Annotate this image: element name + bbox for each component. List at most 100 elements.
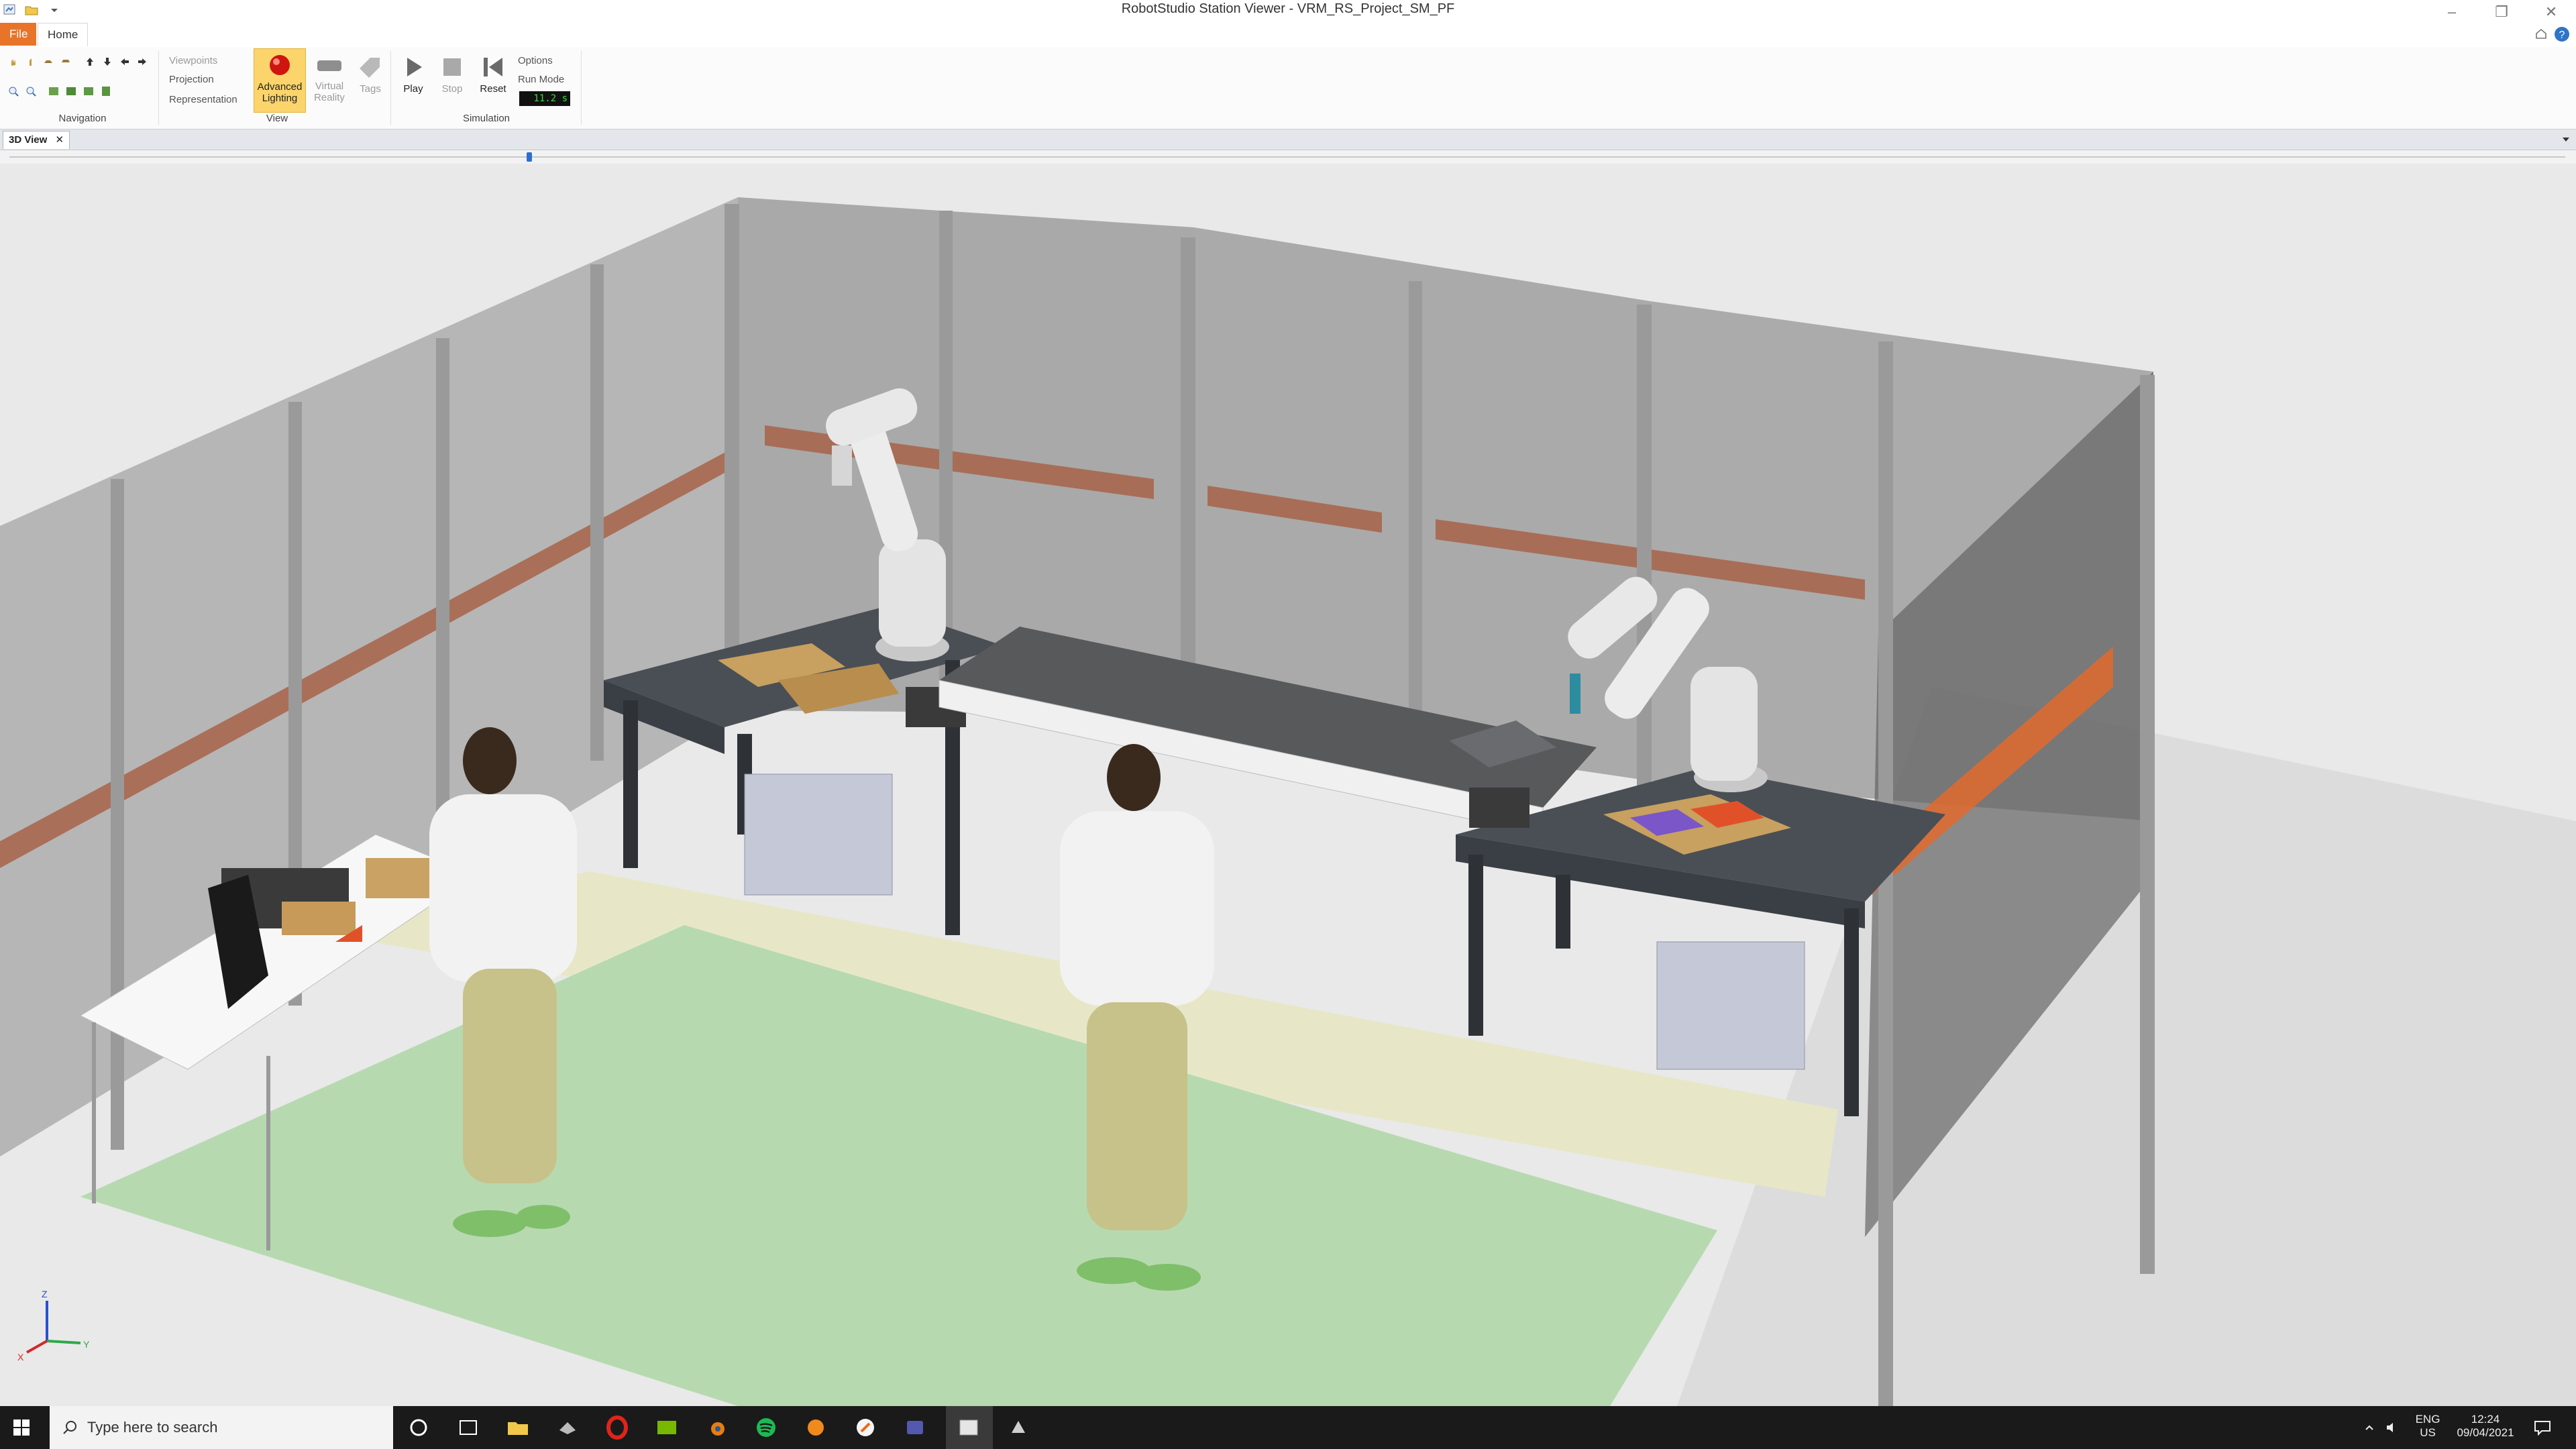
play-icon bbox=[407, 58, 422, 76]
options-dropdown[interactable]: Options bbox=[518, 55, 553, 66]
minimize-button[interactable]: – bbox=[2428, 0, 2475, 24]
restore-button[interactable]: ❐ bbox=[2478, 0, 2525, 24]
stop-button[interactable]: Stop bbox=[433, 50, 471, 103]
show-hidden-icons-icon[interactable] bbox=[2364, 1422, 2375, 1433]
blender-icon[interactable] bbox=[703, 1414, 730, 1441]
axis-y-label: Y bbox=[83, 1339, 90, 1350]
file-explorer-icon[interactable] bbox=[504, 1414, 531, 1441]
search-icon bbox=[63, 1421, 76, 1434]
projection-dropdown[interactable]: Projection bbox=[169, 74, 214, 85]
ribbon-collapse-icon[interactable] bbox=[2534, 27, 2548, 40]
reset-icon bbox=[484, 58, 502, 76]
representation-dropdown[interactable]: Representation bbox=[169, 94, 237, 105]
document-menu-dropdown-icon[interactable] bbox=[2561, 135, 2571, 144]
navigation-group-label: Navigation bbox=[58, 113, 107, 124]
advanced-lighting-button[interactable]: Advanced Lighting bbox=[254, 48, 306, 113]
simulation-timeline[interactable] bbox=[0, 150, 2576, 164]
virtual-reality-button[interactable]: Virtual Reality bbox=[307, 48, 352, 111]
zoom-hand-icon[interactable] bbox=[43, 56, 54, 67]
close-tab-icon[interactable]: ✕ bbox=[55, 134, 64, 146]
navigation-tools bbox=[5, 56, 160, 103]
search-placeholder: Type here to search bbox=[87, 1419, 218, 1436]
robotstudio-viewer-icon[interactable] bbox=[955, 1414, 982, 1441]
close-button[interactable]: ✕ bbox=[2528, 0, 2575, 24]
view-home-icon[interactable] bbox=[101, 86, 111, 97]
tab-file[interactable]: File bbox=[0, 23, 36, 46]
app-icon-white[interactable] bbox=[852, 1414, 879, 1441]
clock-date: 09/04/2021 bbox=[2457, 1426, 2514, 1439]
arrow-right-icon[interactable] bbox=[137, 56, 148, 67]
group-separator bbox=[158, 51, 159, 125]
flexpendant-right bbox=[1469, 788, 1529, 828]
tags-label: Tags bbox=[360, 83, 381, 95]
pan-hand-icon[interactable] bbox=[8, 56, 19, 67]
virtual-reality-label-line2: Reality bbox=[314, 92, 345, 103]
axis-z-label: Z bbox=[42, 1289, 48, 1299]
zoom-in-icon[interactable] bbox=[8, 86, 19, 97]
advanced-lighting-label-line1: Advanced bbox=[257, 81, 303, 93]
virtual-reality-label-line1: Virtual bbox=[315, 80, 344, 92]
stop-label: Stop bbox=[441, 83, 463, 95]
group-separator bbox=[390, 51, 391, 125]
language-indicator[interactable]: ENG US bbox=[2411, 1413, 2445, 1440]
robot-controller-right bbox=[1656, 941, 1805, 1070]
app-icon-gray[interactable] bbox=[554, 1414, 581, 1441]
title-bar: RobotStudio Station Viewer - VRM_RS_Proj… bbox=[0, 0, 2576, 24]
simulation-time-display: 11.2 s bbox=[519, 91, 570, 106]
simulation-group-label: Simulation bbox=[462, 113, 511, 124]
nvidia-icon[interactable] bbox=[653, 1414, 680, 1441]
view-selected-icon[interactable] bbox=[83, 86, 94, 97]
robotstudio-icon[interactable] bbox=[1005, 1414, 1032, 1441]
play-button[interactable]: Play bbox=[394, 50, 432, 103]
fly-hand-icon[interactable] bbox=[60, 56, 71, 67]
ribbon: Navigation Viewpoints Projection Represe… bbox=[0, 47, 2576, 129]
tab-3d-view-label: 3D View bbox=[9, 134, 48, 146]
ribbon-tab-bar: File Home ? bbox=[0, 23, 2576, 47]
viewpoints-dropdown[interactable]: Viewpoints bbox=[169, 55, 217, 66]
windows-taskbar: Type here to search ENG US 12:24 09/04/2… bbox=[0, 1406, 2576, 1449]
view-all-icon[interactable] bbox=[48, 86, 59, 97]
robot-controller-left bbox=[744, 773, 893, 896]
task-view-icon[interactable] bbox=[455, 1414, 482, 1441]
stop-icon bbox=[443, 58, 461, 76]
language-line1: ENG bbox=[2415, 1413, 2440, 1426]
arrow-down-icon[interactable] bbox=[102, 56, 113, 67]
clock-time: 12:24 bbox=[2471, 1413, 2500, 1426]
taskbar-search-box[interactable]: Type here to search bbox=[50, 1406, 393, 1449]
run-mode-dropdown[interactable]: Run Mode bbox=[518, 74, 564, 85]
timeline-thumb[interactable] bbox=[527, 152, 532, 162]
reset-button[interactable]: Reset bbox=[472, 50, 514, 103]
teams-icon[interactable] bbox=[902, 1414, 928, 1441]
document-tab-strip: 3D View ✕ bbox=[0, 129, 2576, 150]
tab-home[interactable]: Home bbox=[38, 23, 89, 46]
volume-icon[interactable] bbox=[2385, 1421, 2400, 1434]
taskbar-clock[interactable]: 12:24 09/04/2021 bbox=[2449, 1413, 2522, 1440]
notifications-icon[interactable] bbox=[2533, 1418, 2552, 1437]
tab-3d-view[interactable]: 3D View ✕ bbox=[3, 131, 70, 149]
arrow-left-icon[interactable] bbox=[119, 56, 130, 67]
language-line2: US bbox=[2420, 1426, 2436, 1439]
rotate-hand-icon[interactable] bbox=[25, 56, 36, 67]
help-icon[interactable]: ? bbox=[2553, 25, 2571, 43]
spotify-icon[interactable] bbox=[753, 1414, 780, 1441]
view-center-icon[interactable] bbox=[66, 86, 76, 97]
windows-start-icon[interactable] bbox=[13, 1419, 30, 1436]
view-group-label: View bbox=[266, 113, 288, 124]
axis-x-label: X bbox=[17, 1352, 24, 1362]
3d-scene[interactable]: Z Y X bbox=[0, 164, 2576, 1406]
tags-button[interactable]: Tags bbox=[353, 48, 388, 111]
opera-icon[interactable] bbox=[604, 1414, 631, 1441]
tag-icon bbox=[360, 58, 380, 78]
window-title: RobotStudio Station Viewer - VRM_RS_Proj… bbox=[1121, 1, 1455, 16]
cortana-icon[interactable] bbox=[405, 1414, 432, 1441]
zoom-out-icon[interactable] bbox=[25, 86, 36, 97]
timeline-track bbox=[9, 156, 2565, 158]
reset-label: Reset bbox=[480, 83, 506, 95]
play-label: Play bbox=[403, 83, 423, 95]
app-icon-orange[interactable] bbox=[802, 1414, 829, 1441]
svg-text:?: ? bbox=[2559, 30, 2565, 41]
3d-viewport[interactable]: Z Y X bbox=[0, 164, 2576, 1406]
lighting-sphere-icon bbox=[270, 55, 290, 75]
arrow-up-icon[interactable] bbox=[85, 56, 95, 67]
group-separator bbox=[581, 51, 582, 125]
